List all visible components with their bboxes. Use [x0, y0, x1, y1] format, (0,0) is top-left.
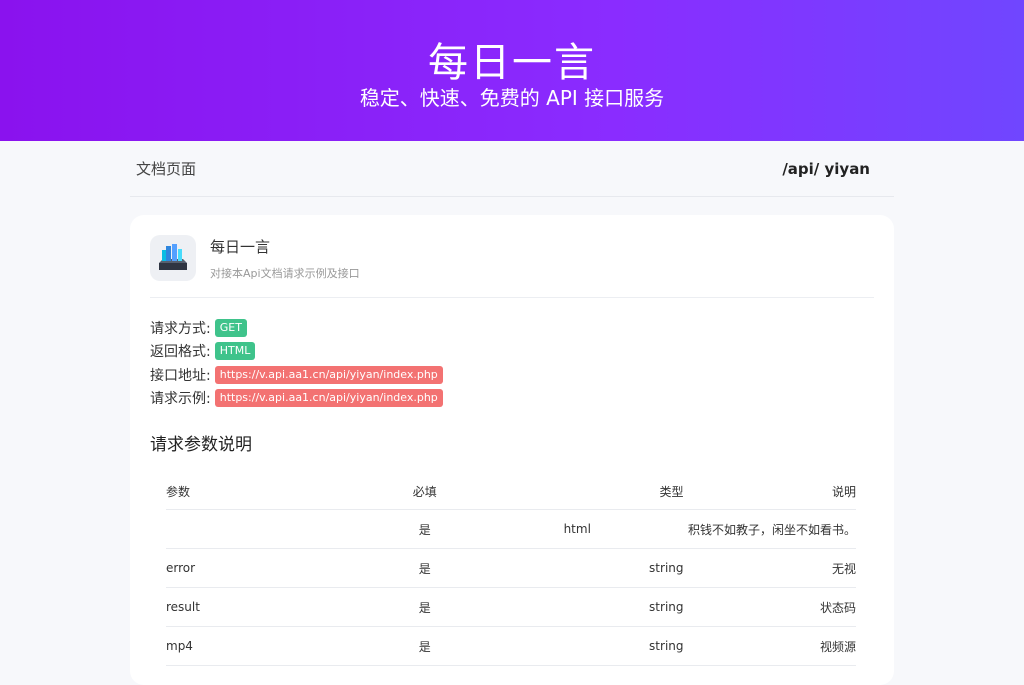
- table-row: error 是 string 无视: [166, 548, 856, 588]
- example-url-link[interactable]: https://v.api.aa1.cn/api/yiyan/index.php: [214, 389, 443, 408]
- doc-nav-bar: 文档页面 /api/ yiyan: [130, 141, 894, 197]
- param-name: error: [166, 548, 339, 588]
- api-path: /api/ yiyan: [782, 159, 870, 178]
- param-type: string: [511, 548, 684, 588]
- param-required: 是: [338, 548, 511, 588]
- param-name: result: [166, 587, 339, 627]
- param-required: 是: [338, 587, 511, 627]
- format-label: 返回格式:: [150, 344, 211, 361]
- params-table: 参数 必填 类型 说明 是 html 积钱不如教子，闲坐不如看书。 error …: [166, 473, 856, 666]
- format-row: 返回格式: HTML: [150, 340, 874, 364]
- param-type: string: [511, 587, 684, 627]
- param-desc: 积钱不如教子，闲坐不如看书。: [683, 509, 856, 549]
- table-row: 是 html 积钱不如教子，闲坐不如看书。: [166, 509, 856, 549]
- api-info: 请求方式: GET 返回格式: HTML 接口地址: https://v.api…: [150, 298, 874, 410]
- url-label: 接口地址:: [150, 367, 211, 384]
- param-required: 是: [338, 626, 511, 666]
- header-param: 参数: [166, 473, 339, 510]
- param-desc: 无视: [683, 548, 856, 588]
- param-desc: 视频源: [683, 626, 856, 666]
- method-row: 请求方式: GET: [150, 316, 874, 340]
- api-logo-icon: [150, 235, 196, 281]
- param-name: [166, 509, 339, 549]
- param-type: string: [511, 626, 684, 666]
- page-subtitle: 稳定、快速、免费的 API 接口服务: [359, 86, 665, 110]
- method-label: 请求方式:: [150, 320, 211, 337]
- table-header-row: 参数 必填 类型 说明: [166, 473, 856, 510]
- url-row: 接口地址: https://v.api.aa1.cn/api/yiyan/ind…: [150, 363, 874, 387]
- method-badge: GET: [214, 318, 247, 337]
- param-name: mp4: [166, 626, 339, 666]
- api-description: 对接本Api文档请求示例及接口: [210, 266, 360, 280]
- api-header: 每日一言 对接本Api文档请求示例及接口: [150, 235, 874, 298]
- format-badge: HTML: [214, 342, 256, 361]
- table-row: mp4 是 string 视频源: [166, 626, 856, 666]
- header-type: 类型: [511, 473, 684, 510]
- hero-banner: 每日一言 稳定、快速、免费的 API 接口服务: [0, 0, 1024, 141]
- example-row: 请求示例: https://v.api.aa1.cn/api/yiyan/ind…: [150, 387, 874, 411]
- param-required: 是: [338, 509, 511, 549]
- page-title: 每日一言: [428, 40, 596, 86]
- example-label: 请求示例:: [150, 391, 211, 408]
- params-title: 请求参数说明: [150, 435, 252, 455]
- api-url-link[interactable]: https://v.api.aa1.cn/api/yiyan/index.php: [214, 365, 443, 384]
- api-name: 每日一言: [210, 237, 271, 256]
- header-desc: 说明: [683, 473, 856, 510]
- api-card: 每日一言 对接本Api文档请求示例及接口 请求方式: GET 返回格式: HTM…: [130, 215, 894, 685]
- table-row: result 是 string 状态码: [166, 587, 856, 627]
- doc-page-link[interactable]: 文档页面: [136, 158, 196, 179]
- param-type: html: [511, 509, 684, 549]
- header-required: 必填: [338, 473, 511, 510]
- param-desc: 状态码: [683, 587, 856, 627]
